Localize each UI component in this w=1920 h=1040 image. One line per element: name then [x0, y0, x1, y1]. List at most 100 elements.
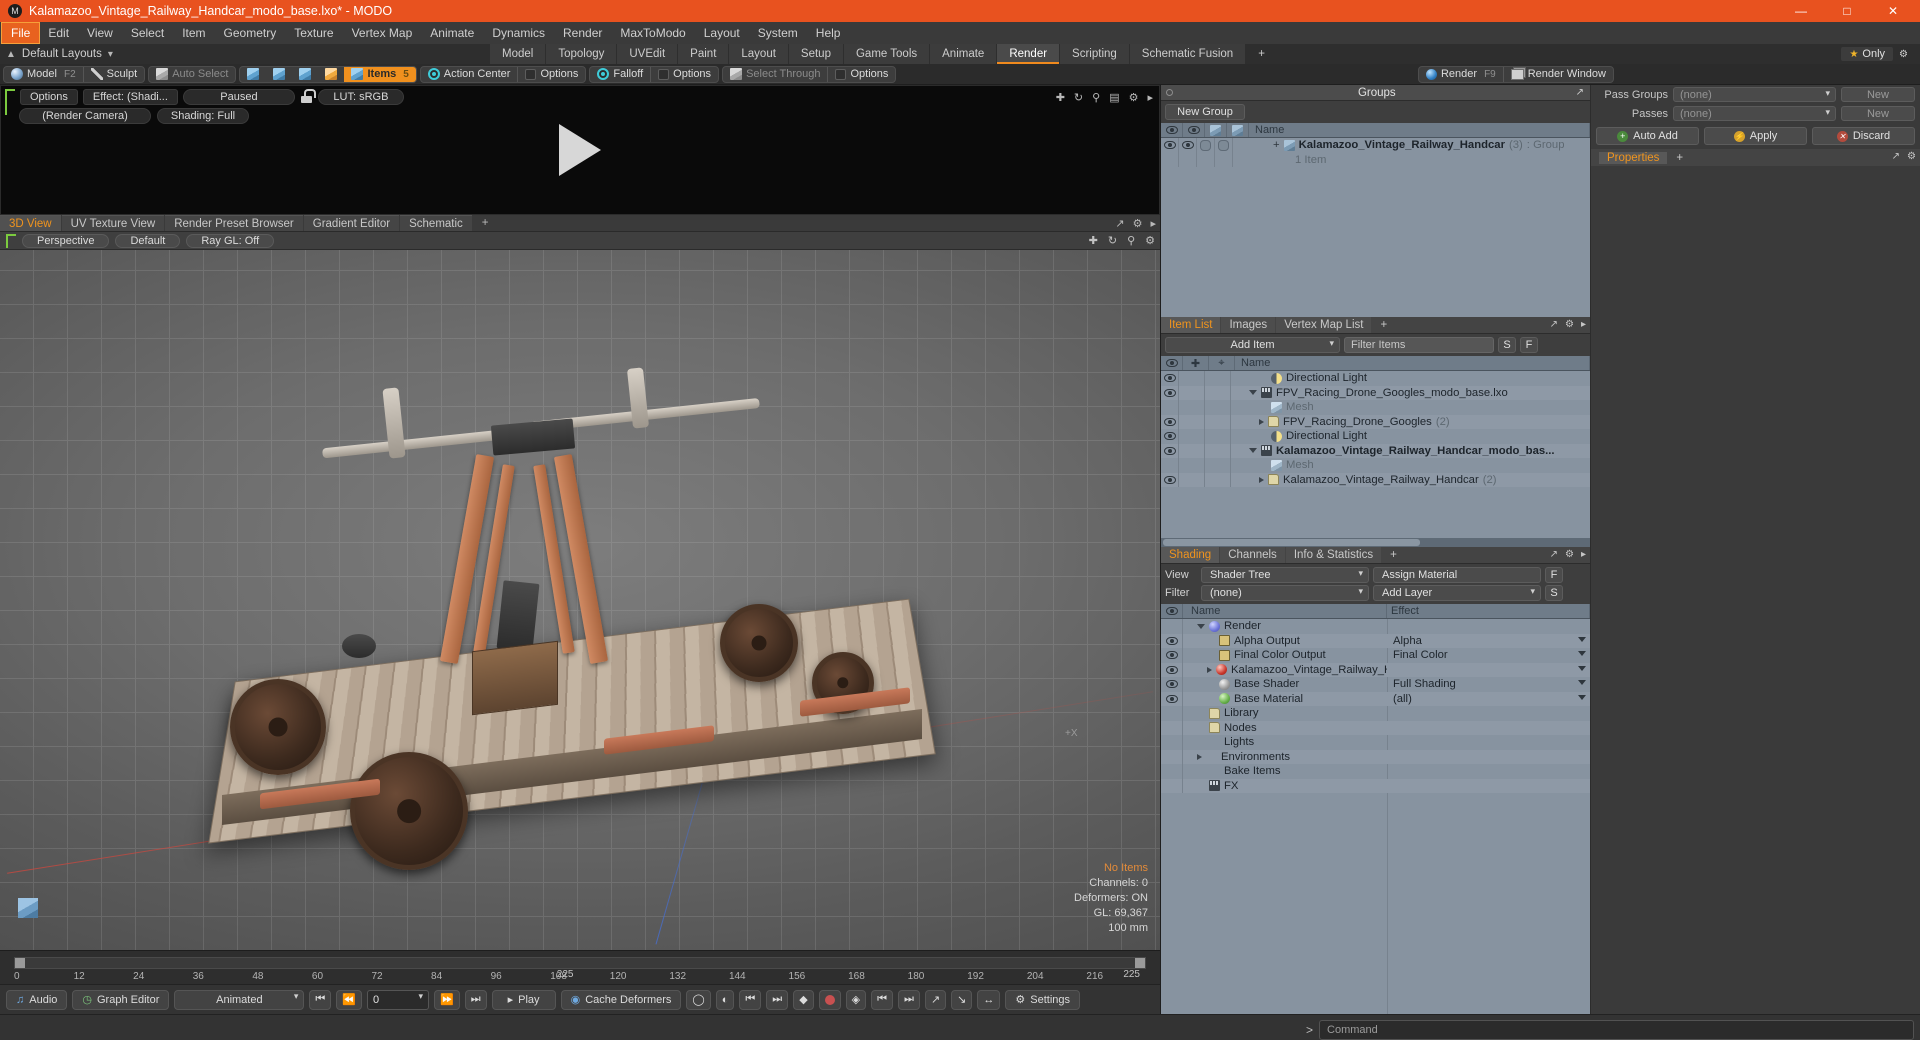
- item-list-row[interactable]: Mesh: [1161, 400, 1590, 415]
- shader-tree-row[interactable]: Environments: [1161, 749, 1590, 764]
- menu-vertex-map[interactable]: Vertex Map: [343, 23, 422, 43]
- menu-file[interactable]: File: [0, 22, 41, 44]
- viewport-tab--d-view[interactable]: 3D View: [0, 215, 61, 231]
- sculpt-mode-button[interactable]: Sculpt: [84, 67, 145, 82]
- layout-tab-topology[interactable]: Topology: [546, 44, 617, 64]
- gear-icon[interactable]: ⚙: [1133, 217, 1143, 230]
- menu-item[interactable]: Item: [173, 23, 214, 43]
- row-visible-toggle[interactable]: [1161, 706, 1183, 721]
- shading-s-button[interactable]: S: [1545, 585, 1563, 601]
- shader-tree-row[interactable]: Kalamazoo_Vintage_Railway_Handcar ...: [1161, 662, 1590, 677]
- row-visible-toggle[interactable]: [1161, 764, 1183, 779]
- shader-tree-row[interactable]: Base Material (all): [1161, 691, 1590, 706]
- expand-triangle-icon[interactable]: [1259, 418, 1264, 425]
- row-visible-toggle[interactable]: [1161, 458, 1179, 473]
- chevron-down-icon[interactable]: [1578, 636, 1586, 642]
- preview-options-button[interactable]: Options: [20, 89, 78, 105]
- new-pass-button[interactable]: New: [1841, 106, 1915, 121]
- viewport-tab-schematic[interactable]: Schematic: [400, 215, 472, 231]
- chevron-down-icon[interactable]: [1578, 651, 1586, 656]
- timeline[interactable]: 0 12 24 36 48 60 72 84 96 108 120 132 144 156 168 180 19…: [0, 950, 1160, 984]
- assign-material-button[interactable]: Assign Material: [1373, 567, 1541, 583]
- layout-tab-setup[interactable]: Setup: [788, 44, 843, 64]
- shader-tree-row[interactable]: Nodes: [1161, 720, 1590, 735]
- render-window-button[interactable]: Render Window: [1504, 67, 1613, 82]
- filter-s-button[interactable]: S: [1498, 337, 1516, 353]
- add-layer-dropdown[interactable]: Add Layer: [1373, 585, 1541, 601]
- row-render-toggle[interactable]: [1179, 152, 1197, 167]
- pass-groups-dropdown[interactable]: (none): [1673, 87, 1836, 102]
- filter-items-input[interactable]: Filter Items: [1344, 337, 1494, 353]
- item-tab-images[interactable]: Images: [1221, 317, 1276, 333]
- row-visible-toggle[interactable]: [1161, 414, 1179, 429]
- falloff-button[interactable]: Falloff: [590, 67, 650, 82]
- viewport-add-tab[interactable]: +: [473, 215, 498, 231]
- row-render-toggle[interactable]: [1179, 138, 1197, 153]
- chevron-right-icon[interactable]: ▸: [1581, 319, 1586, 330]
- item-tab-item-list[interactable]: Item List: [1161, 317, 1221, 333]
- row-visible-toggle[interactable]: [1161, 677, 1183, 692]
- play-icon[interactable]: ▸: [1147, 91, 1153, 104]
- timeline-track[interactable]: [14, 957, 1146, 969]
- item-tab-vertex-map-list[interactable]: Vertex Map List: [1276, 317, 1372, 333]
- shader-tree-row[interactable]: Bake Items: [1161, 764, 1590, 779]
- layout-tab-paint[interactable]: Paint: [678, 44, 729, 64]
- go-to-end-button[interactable]: ⏭: [464, 989, 487, 1010]
- zoom-icon[interactable]: ⚲: [1127, 234, 1135, 247]
- command-input[interactable]: Command: [1319, 1019, 1914, 1040]
- row-axis-toggle[interactable]: [1205, 385, 1231, 400]
- edge-mode-button[interactable]: [266, 67, 292, 82]
- gear-icon[interactable]: ⚙: [1907, 151, 1916, 162]
- shader-tree-row[interactable]: Final Color Output Final Color: [1161, 648, 1590, 663]
- row-visible-toggle[interactable]: [1161, 633, 1183, 648]
- item-list-rows[interactable]: Directional Light FPV_Racing_Drone_Google…: [1161, 371, 1590, 538]
- add-item-button[interactable]: Add Item: [1165, 337, 1340, 353]
- row-axis-toggle[interactable]: [1205, 414, 1231, 429]
- step-forward-button[interactable]: ⏩: [433, 989, 460, 1010]
- shader-tree-row[interactable]: FX: [1161, 778, 1590, 793]
- preview-lut-button[interactable]: LUT: sRGB: [317, 89, 404, 105]
- auto-select-button[interactable]: Auto Select: [149, 67, 235, 82]
- vertex-mode-button[interactable]: [240, 67, 266, 82]
- groups-list[interactable]: + Kalamazoo_Vintage_Railway_Handcar (3): G…: [1161, 138, 1590, 317]
- rotate-icon[interactable]: ↻: [1108, 234, 1117, 247]
- chevron-right-icon[interactable]: ▸: [1150, 217, 1156, 230]
- orientation-gizmo[interactable]: [10, 888, 52, 930]
- maximize-button[interactable]: □: [1824, 0, 1870, 22]
- zoom-icon[interactable]: ⚲: [1092, 91, 1100, 104]
- menu-help[interactable]: Help: [807, 23, 850, 43]
- shading-tab-add[interactable]: +: [1382, 547, 1405, 563]
- key-first-button[interactable]: ⏮: [871, 989, 894, 1010]
- row-transform-toggle[interactable]: [1179, 414, 1205, 429]
- chevron-down-icon[interactable]: [1578, 665, 1586, 671]
- shader-tree-dropdown[interactable]: Shader Tree: [1201, 567, 1369, 583]
- collapse-triangle-icon[interactable]: [1249, 390, 1257, 396]
- panel-menu-dot[interactable]: [1166, 89, 1173, 96]
- gear-icon[interactable]: ⚙: [1129, 91, 1139, 104]
- viewport-tab-uv-texture-view[interactable]: UV Texture View: [61, 215, 165, 231]
- row-visible-toggle[interactable]: [1161, 720, 1183, 735]
- items-mode-button[interactable]: Items 5: [344, 66, 416, 82]
- layout-tab-uvedit[interactable]: UVEdit: [617, 44, 678, 64]
- preview-play-button[interactable]: [559, 124, 601, 176]
- layout-tab-model[interactable]: Model: [490, 44, 546, 64]
- shading-tree-rows[interactable]: Render Alpha Output Alpha Final Color Outpu…: [1161, 619, 1590, 1014]
- item-list-row[interactable]: Directional Light: [1161, 371, 1590, 386]
- row-visible-toggle[interactable]: [1161, 691, 1183, 706]
- groups-row[interactable]: + Kalamazoo_Vintage_Railway_Handcar (3): G…: [1161, 138, 1590, 153]
- tab-properties[interactable]: Properties: [1599, 151, 1668, 164]
- item-list-hscrollbar[interactable]: [1161, 538, 1590, 547]
- row-visible-toggle[interactable]: [1161, 619, 1183, 634]
- item-tab-add[interactable]: +: [1372, 317, 1395, 333]
- delete-key-button[interactable]: ◈: [845, 989, 867, 1010]
- row-visible-toggle[interactable]: [1161, 138, 1179, 153]
- layout-tab-scripting[interactable]: Scripting: [1060, 44, 1129, 64]
- menu-system[interactable]: System: [749, 23, 807, 43]
- gear-icon[interactable]: ⚙: [1565, 549, 1574, 560]
- row-axis-toggle[interactable]: [1205, 400, 1231, 415]
- shader-tree-row[interactable]: Library: [1161, 706, 1590, 721]
- cache-deformers-button[interactable]: ◉ Cache Deformers: [560, 989, 682, 1010]
- gear-icon[interactable]: ⚙: [1565, 319, 1574, 330]
- layout-tab-render[interactable]: Render: [997, 44, 1060, 64]
- frame-field[interactable]: 0: [366, 989, 429, 1010]
